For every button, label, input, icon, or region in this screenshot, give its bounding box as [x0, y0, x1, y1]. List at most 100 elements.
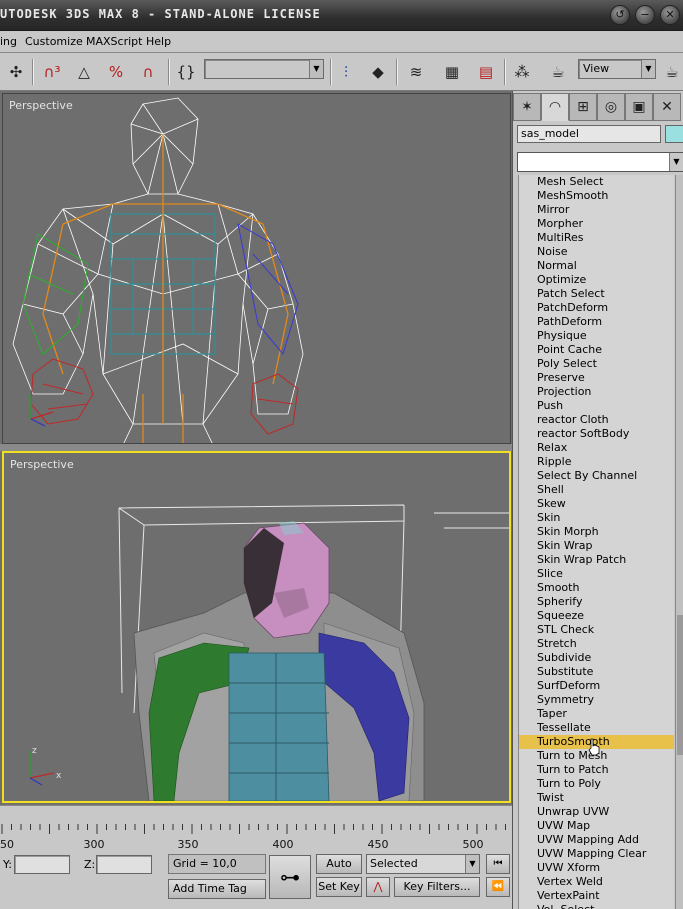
modifier-list-item[interactable]: Spherify [519, 595, 674, 609]
minimize-button[interactable]: − [635, 5, 655, 25]
modifier-list-item[interactable]: Optimize [519, 273, 674, 287]
edit-named-selection-icon[interactable]: {} [174, 60, 198, 84]
modifier-list-item[interactable]: UVW Mapping Add [519, 833, 674, 847]
percent-snap-icon[interactable]: % [104, 60, 128, 84]
modifier-list-item[interactable]: Noise [519, 245, 674, 259]
modifier-list-scrollbar[interactable] [675, 175, 683, 909]
align-icon[interactable]: ◆ [366, 60, 390, 84]
key-tangent-icon[interactable]: ⋀ [366, 877, 390, 897]
modifier-list-item[interactable]: Vol. Select [519, 903, 674, 909]
modifier-list-item[interactable]: Skin [519, 511, 674, 525]
modifier-list-item[interactable]: Symmetry [519, 693, 674, 707]
modifier-list-item[interactable]: Squeeze [519, 609, 674, 623]
modifier-list-item[interactable]: Skin Wrap [519, 539, 674, 553]
timeline-trackbar[interactable]: 50 300 350 400 450 500 [0, 805, 512, 851]
named-selection-combo[interactable]: ▼ [204, 59, 324, 79]
motion-tab-icon[interactable]: ◎ [597, 93, 625, 121]
display-tab-icon[interactable]: ▣ [625, 93, 653, 121]
angle-snap-icon[interactable]: △ [72, 60, 96, 84]
bind-space-warp-icon[interactable]: ✣ [4, 60, 28, 84]
modifier-list-item[interactable]: Physique [519, 329, 674, 343]
key-filters-button[interactable]: Key Filters... [394, 877, 480, 897]
modifier-list-item[interactable]: Mesh Select [519, 175, 674, 189]
create-tab-icon[interactable]: ✶ [513, 93, 541, 121]
previous-frame-icon[interactable]: ⏪ [486, 877, 510, 897]
modifier-list-item[interactable]: MeshSmooth [519, 189, 674, 203]
auto-key-button[interactable]: Auto Key [316, 854, 362, 888]
y-coordinate-field[interactable] [14, 855, 70, 874]
render-view-combo[interactable]: View ▼ [578, 59, 656, 79]
schematic-view-icon[interactable]: ▤ [474, 60, 498, 84]
modifier-list-item[interactable]: Push [519, 399, 674, 413]
modifier-list-item[interactable]: Subdivide [519, 651, 674, 665]
modifier-list-item[interactable]: Normal [519, 259, 674, 273]
modifier-list-item[interactable]: Unwrap UVW [519, 805, 674, 819]
modifier-list-item[interactable]: Poly Select [519, 357, 674, 371]
modifier-list-item[interactable]: STL Check [519, 623, 674, 637]
modifier-list-item[interactable]: UVW Xform [519, 861, 674, 875]
modifier-list-item[interactable]: SurfDeform [519, 679, 674, 693]
material-editor-icon[interactable]: ⁂ [510, 60, 534, 84]
modifier-list-item[interactable]: Slice [519, 567, 674, 581]
quick-render-icon[interactable]: ☕ [660, 60, 683, 84]
modifier-list-item[interactable]: Select By Channel [519, 469, 674, 483]
modifier-list-item[interactable]: Point Cache [519, 343, 674, 357]
modifier-list-item[interactable]: Patch Select [519, 287, 674, 301]
modifier-list-item[interactable]: VertexPaint [519, 889, 674, 903]
close-button[interactable]: ✕ [660, 5, 680, 25]
menu-maxscript[interactable]: MAXScript [86, 35, 142, 48]
modifier-list-item[interactable]: Ripple [519, 455, 674, 469]
viewport-splitter[interactable] [0, 444, 513, 451]
modifier-list-item[interactable]: Vertex Weld [519, 875, 674, 889]
modifier-list-item[interactable]: reactor SoftBody [519, 427, 674, 441]
modifier-list-item[interactable]: Projection [519, 385, 674, 399]
modifier-list-item[interactable]: reactor Cloth [519, 413, 674, 427]
modifier-list-item[interactable]: Skin Morph [519, 525, 674, 539]
modifier-list-item[interactable]: Tessellate [519, 721, 674, 735]
modifier-list-item[interactable]: Skin Wrap Patch [519, 553, 674, 567]
spinner-snap-icon[interactable]: ∩ [136, 60, 160, 84]
snap-3d-icon[interactable]: ∩³ [40, 60, 64, 84]
modifier-list-item[interactable]: UVW Map [519, 819, 674, 833]
modifier-list-item[interactable]: Mirror [519, 203, 674, 217]
modifier-list[interactable]: Mesh Select MeshSmooth Mirror Morpher MultiR… [518, 175, 674, 909]
viewport-label-bottom[interactable]: Perspective [10, 458, 74, 471]
scrollbar-thumb[interactable] [677, 615, 683, 755]
menu-rendering[interactable]: ing [0, 35, 17, 48]
utilities-tab-icon[interactable]: ✕ [653, 93, 681, 121]
render-scene-icon[interactable]: ☕ [546, 60, 570, 84]
modifier-list-item[interactable]: Turn to Poly [519, 777, 674, 791]
object-name-field[interactable]: sas_model [517, 125, 661, 143]
modifier-list-item[interactable]: Taper [519, 707, 674, 721]
viewport-perspective-top[interactable]: Perspective [2, 93, 511, 444]
modifier-list-item[interactable]: Relax [519, 441, 674, 455]
go-to-start-icon[interactable]: ⏮ [486, 854, 510, 874]
modifier-list-item[interactable]: Twist [519, 791, 674, 805]
key-selection-combo[interactable]: Selected ▼ [366, 854, 480, 874]
restore-button[interactable]: ↺ [610, 5, 630, 25]
modifier-list-item[interactable]: PathDeform [519, 315, 674, 329]
modifier-list-item[interactable]: UVW Mapping Clear [519, 847, 674, 861]
modifier-list-item[interactable]: Smooth [519, 581, 674, 595]
set-key-mode-button[interactable]: ⊶ [269, 855, 311, 899]
modifier-list-item[interactable]: Stretch [519, 637, 674, 651]
modifier-list-item[interactable]: MultiRes [519, 231, 674, 245]
hierarchy-tab-icon[interactable]: ⊞ [569, 93, 597, 121]
curve-editor-icon[interactable]: ▦ [440, 60, 464, 84]
modifier-list-dropdown[interactable]: ▼ [517, 152, 683, 172]
menu-customize[interactable]: Customize [25, 35, 83, 48]
modifier-list-item[interactable]: Morpher [519, 217, 674, 231]
add-time-tag-button[interactable]: Add Time Tag [168, 879, 266, 899]
viewport-label-top[interactable]: Perspective [9, 99, 73, 112]
modifier-list-item[interactable]: Substitute [519, 665, 674, 679]
modifier-list-item[interactable]: Turn to Patch [519, 763, 674, 777]
mirror-icon[interactable]: ⫶ [334, 60, 358, 84]
menu-help[interactable]: Help [146, 35, 171, 48]
layer-manager-icon[interactable]: ≋ [404, 60, 428, 84]
modifier-list-item[interactable]: PatchDeform [519, 301, 674, 315]
z-coordinate-field[interactable] [96, 855, 152, 874]
modifier-list-item[interactable]: Shell [519, 483, 674, 497]
set-key-button[interactable]: Set Key [316, 877, 362, 897]
modifier-list-item[interactable]: Preserve [519, 371, 674, 385]
viewport-perspective-bottom[interactable]: z x Perspective [2, 451, 511, 803]
